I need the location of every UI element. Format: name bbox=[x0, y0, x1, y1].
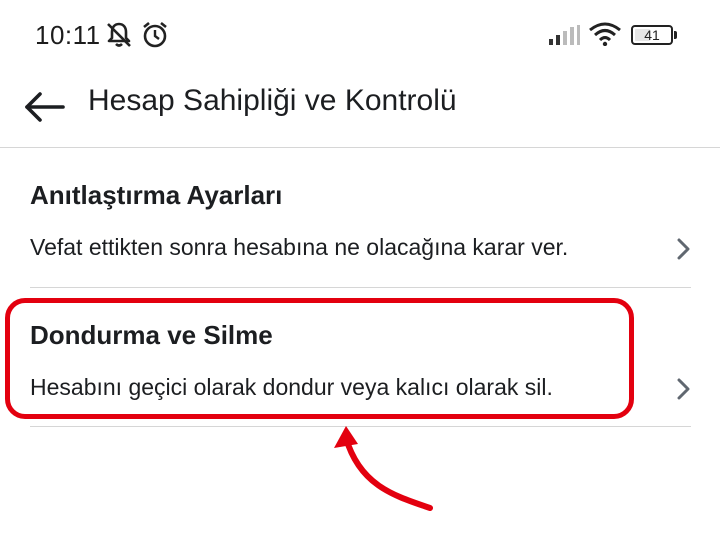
settings-item-memorialization[interactable]: Anıtlaştırma Ayarları Vefat ettikten son… bbox=[0, 148, 720, 288]
chevron-right-icon bbox=[674, 234, 694, 264]
item-description: Vefat ettikten sonra hesabına ne olacağı… bbox=[30, 234, 569, 260]
status-bar: 10:11 41 bbox=[0, 0, 720, 72]
alarm-icon bbox=[141, 20, 169, 55]
back-button[interactable] bbox=[20, 82, 70, 132]
app-header: Hesap Sahipliği ve Kontrolü bbox=[0, 72, 720, 148]
arrow-left-icon bbox=[25, 92, 65, 122]
battery-level: 41 bbox=[644, 27, 660, 43]
battery-icon: 41 bbox=[631, 25, 677, 45]
annotation-highlight-box bbox=[5, 298, 634, 419]
bell-off-icon bbox=[104, 20, 134, 55]
wifi-icon bbox=[588, 22, 622, 51]
page-title: Hesap Sahipliği ve Kontrolü bbox=[88, 84, 457, 117]
chevron-right-icon bbox=[674, 374, 694, 404]
annotation-arrow-icon bbox=[320, 418, 440, 523]
item-title: Anıtlaştırma Ayarları bbox=[30, 180, 283, 210]
signal-icon bbox=[549, 25, 581, 50]
screen: 10:11 41 Hesap Sahipliği ve Kontrolü Anı… bbox=[0, 0, 720, 546]
status-time: 10:11 bbox=[35, 20, 101, 50]
